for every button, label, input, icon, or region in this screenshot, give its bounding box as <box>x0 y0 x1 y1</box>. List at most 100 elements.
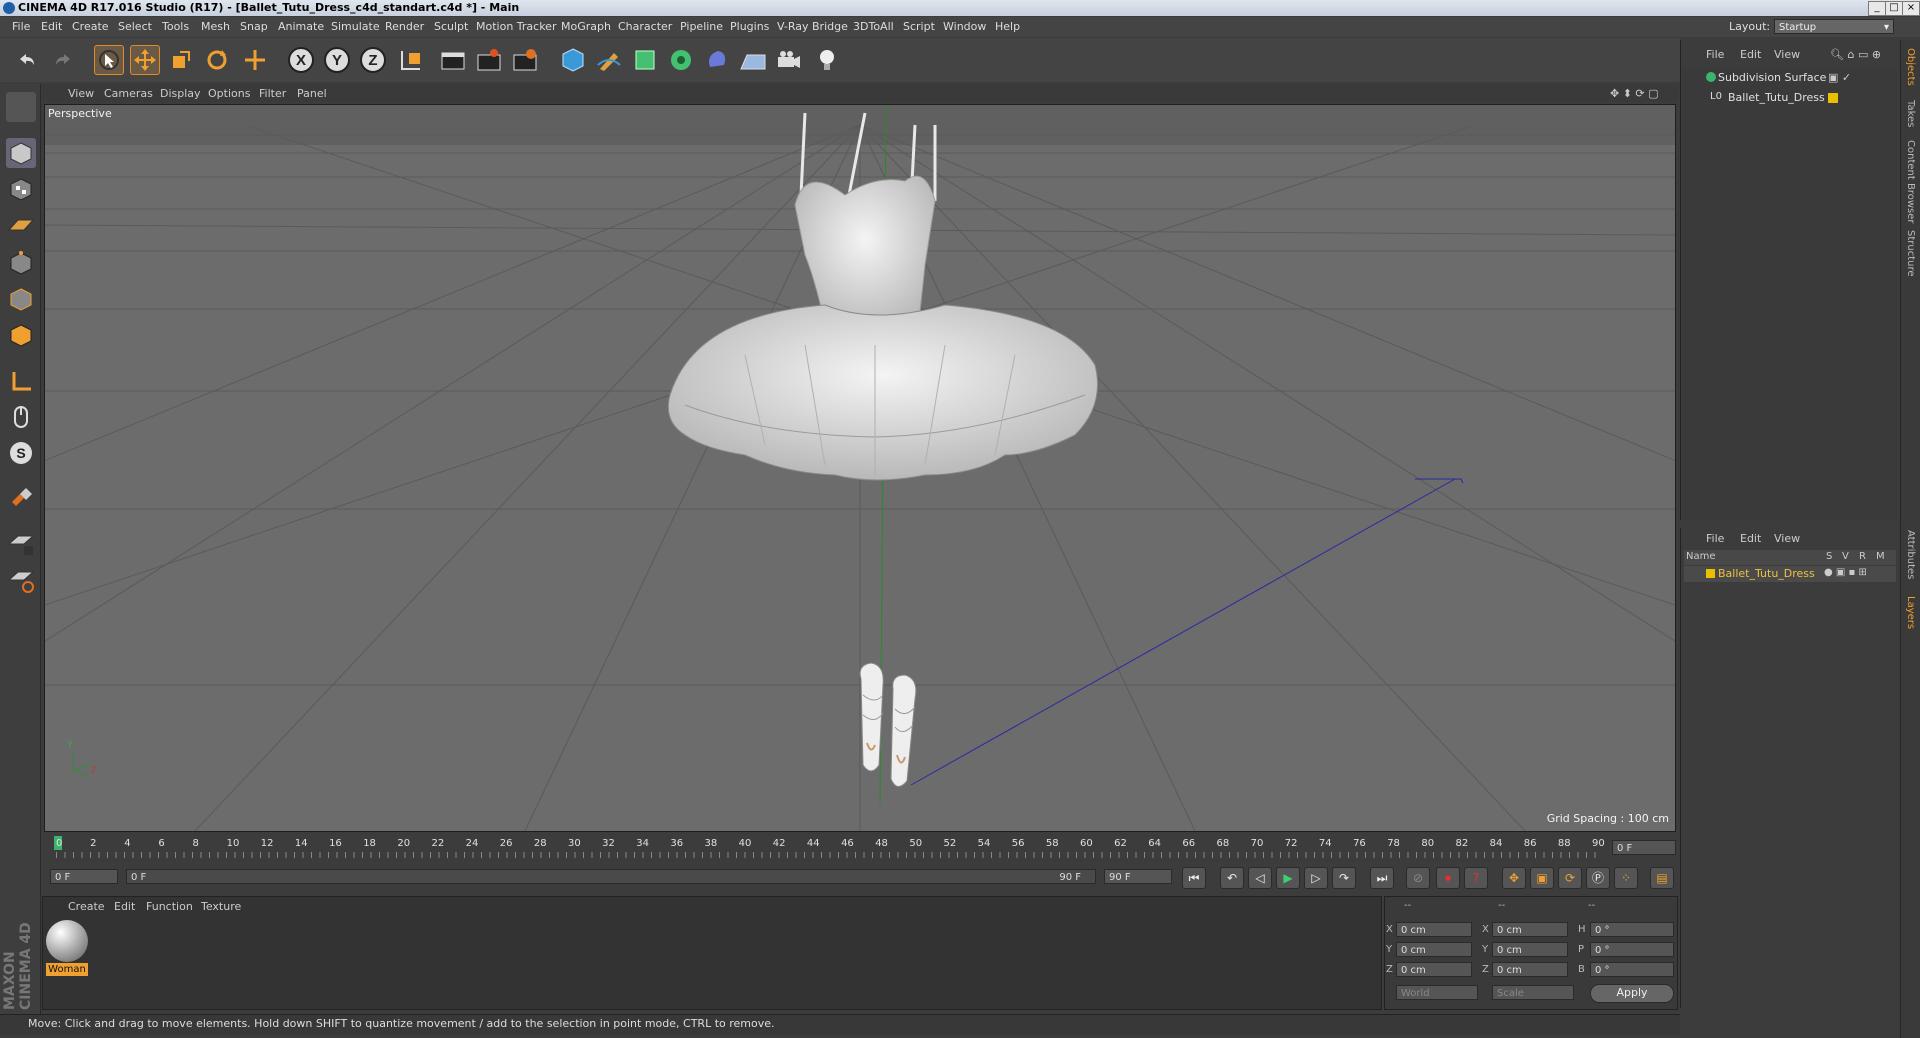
coord-space-dropdown[interactable]: World <box>1396 985 1478 1000</box>
rotate-icon[interactable] <box>202 45 232 75</box>
coord-rot-b-field[interactable]: 0 ° <box>1590 962 1674 977</box>
menu-select[interactable]: Select <box>118 20 152 33</box>
go-to-start-icon[interactable]: ⏮ <box>1182 867 1206 889</box>
menu-render[interactable]: Render <box>385 20 424 33</box>
next-key-icon[interactable]: ↷ <box>1332 867 1356 889</box>
viewport-nav-icons[interactable]: ✥ ⬍ ⟳ ▢ <box>1610 87 1659 100</box>
points-mode-icon[interactable] <box>6 248 36 278</box>
coordinate-system-icon[interactable] <box>396 45 426 75</box>
coord-pos-z-field[interactable]: 0 cm <box>1396 962 1472 977</box>
menu-mesh[interactable]: Mesh <box>201 20 230 33</box>
mm-menu-texture[interactable]: Texture <box>201 900 241 913</box>
om-menu-edit[interactable]: Edit <box>1740 48 1761 61</box>
menu-help[interactable]: Help <box>995 20 1020 33</box>
edit-render-settings-icon[interactable] <box>510 45 540 75</box>
om-menu-file[interactable]: File <box>1706 48 1724 61</box>
key-pla-icon[interactable]: ⁘ <box>1614 867 1638 889</box>
z-axis-icon[interactable]: Z <box>358 45 388 75</box>
magnet-icon[interactable] <box>6 484 36 514</box>
coord-pos-x-field[interactable]: 0 cm <box>1396 922 1472 937</box>
viewport-menu-cameras[interactable]: Cameras <box>104 87 153 100</box>
coord-size-x-field[interactable]: 0 cm <box>1492 922 1568 937</box>
coord-size-y-field[interactable]: 0 cm <box>1492 942 1568 957</box>
mm-menu-edit[interactable]: Edit <box>114 900 135 913</box>
key-parameter-icon[interactable]: Ⓟ <box>1586 867 1610 889</box>
close-button[interactable]: × <box>1902 1 1920 16</box>
apply-button[interactable]: Apply <box>1590 984 1674 1003</box>
edges-mode-icon[interactable] <box>6 284 36 314</box>
coord-rot-h-field[interactable]: 0 ° <box>1590 922 1674 937</box>
deformer-icon[interactable] <box>702 45 732 75</box>
y-axis-icon[interactable]: Y <box>322 45 352 75</box>
mm-menu-create[interactable]: Create <box>68 900 105 913</box>
viewport-menu-display[interactable]: Display <box>160 87 201 100</box>
menu-mograph[interactable]: MoGraph <box>561 20 611 33</box>
render-view-icon[interactable] <box>438 45 468 75</box>
key-position-icon[interactable]: ✥ <box>1502 867 1526 889</box>
next-frame-icon[interactable]: ▷ <box>1304 867 1328 889</box>
subdivision-icon[interactable] <box>630 45 660 75</box>
menu-simulate[interactable]: Simulate <box>331 20 380 33</box>
previous-key-icon[interactable]: ↶ <box>1220 867 1244 889</box>
menu-pipeline[interactable]: Pipeline <box>680 20 723 33</box>
texture-mode-icon[interactable] <box>6 174 36 204</box>
timeline-window-icon[interactable]: ▤ <box>1650 867 1674 889</box>
menu-plugins[interactable]: Plugins <box>730 20 769 33</box>
object-row[interactable]: L0 Ballet_Tutu_Dress <box>1682 90 1898 106</box>
layer-color-swatch[interactable] <box>1706 569 1715 578</box>
tab-layers[interactable]: Layers <box>1905 596 1916 629</box>
keyframe-selection-icon[interactable]: ? <box>1464 867 1488 889</box>
lm-menu-edit[interactable]: Edit <box>1740 532 1761 545</box>
move-icon[interactable] <box>130 45 160 75</box>
coord-rot-p-field[interactable]: 0 ° <box>1590 942 1674 957</box>
key-scale-icon[interactable]: ▣ <box>1530 867 1554 889</box>
mm-menu-function[interactable]: Function <box>146 900 193 913</box>
menu-animate[interactable]: Animate <box>278 20 324 33</box>
tab-attributes[interactable]: Attributes <box>1905 530 1916 579</box>
go-to-end-icon[interactable]: ⏭ <box>1370 867 1394 889</box>
live-selection-icon[interactable] <box>94 45 124 75</box>
floor-icon[interactable] <box>738 45 768 75</box>
tab-content-browser[interactable]: Content Browser <box>1905 140 1916 223</box>
coord-mode-dropdown[interactable]: Scale <box>1492 985 1574 1000</box>
make-editable-icon[interactable] <box>6 92 36 122</box>
menu-3dtoall[interactable]: 3DToAll <box>853 20 894 33</box>
viewport-menu-options[interactable]: Options <box>208 87 250 100</box>
record-keys-icon[interactable]: ⊘ <box>1406 867 1430 889</box>
om-toolbar-icons[interactable]: 🔍︎ ⌂ ▭ ⊕ <box>1830 48 1881 61</box>
snap-icon[interactable]: S <box>6 438 36 468</box>
light-icon[interactable] <box>812 45 842 75</box>
frame-range-slider[interactable]: 0 F 90 F <box>126 869 1096 884</box>
layer-toggles[interactable]: ● ▣ ▪ ⊞ <box>1824 567 1867 578</box>
viewport-menu-filter[interactable]: Filter <box>259 87 286 100</box>
model-mode-icon[interactable] <box>6 138 36 168</box>
lock-workplane-icon[interactable] <box>6 530 36 560</box>
menu-script[interactable]: Script <box>903 20 935 33</box>
scale-icon[interactable] <box>166 45 196 75</box>
menu-create[interactable]: Create <box>72 20 109 33</box>
menu-motion-tracker[interactable]: Motion Tracker <box>476 20 556 33</box>
tab-objects[interactable]: Objects <box>1905 48 1916 86</box>
menu-window[interactable]: Window <box>943 20 986 33</box>
viewport-menu-panel[interactable]: Panel <box>297 87 327 100</box>
menu-file[interactable]: File <box>12 20 30 33</box>
menu-vray-bridge[interactable]: V-Ray Bridge <box>777 20 848 33</box>
tweak-mode-icon[interactable] <box>6 402 36 432</box>
axis-mode-icon[interactable] <box>6 366 36 396</box>
coord-size-z-field[interactable]: 0 cm <box>1492 962 1568 977</box>
camera-icon[interactable] <box>774 45 804 75</box>
object-row[interactable]: Subdivision Surface ▣ ✓ <box>1682 70 1898 86</box>
om-menu-view[interactable]: View <box>1774 48 1800 61</box>
menu-snap[interactable]: Snap <box>240 20 268 33</box>
viewport-camera-label[interactable]: Perspective <box>48 107 112 120</box>
tab-takes[interactable]: Takes <box>1905 100 1916 127</box>
end-frame-field[interactable]: 90 F <box>1104 869 1172 884</box>
previous-frame-icon[interactable]: ◁ <box>1248 867 1272 889</box>
menu-sculpt[interactable]: Sculpt <box>434 20 468 33</box>
menu-edit[interactable]: Edit <box>41 20 62 33</box>
menu-tools[interactable]: Tools <box>162 20 189 33</box>
menu-character[interactable]: Character <box>618 20 672 33</box>
viewport-menu-view[interactable]: View <box>68 87 94 100</box>
minimize-button[interactable]: _ <box>1868 1 1886 16</box>
layer-row[interactable]: Ballet_Tutu_Dress ● ▣ ▪ ⊞ <box>1684 566 1896 582</box>
